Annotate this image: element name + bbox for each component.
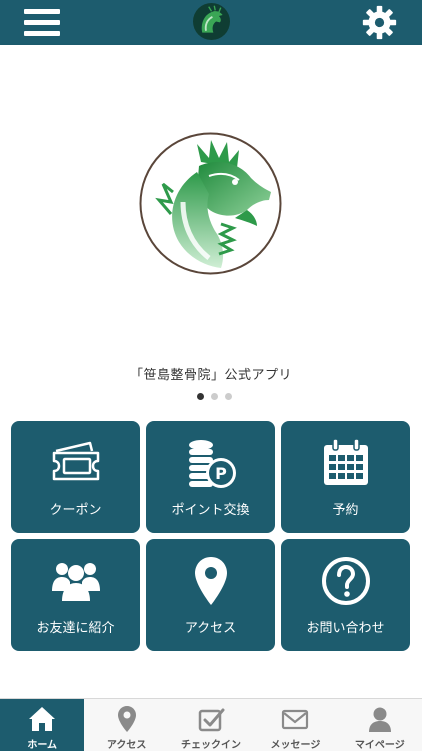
refer-friend-label: お友達に紹介: [36, 621, 115, 636]
carousel-dot-2[interactable]: [211, 393, 218, 400]
tab-home[interactable]: ホーム: [0, 699, 85, 751]
refer-friend-button[interactable]: お友達に紹介: [11, 539, 140, 651]
header-dragon-logo: [193, 3, 230, 40]
tab-mypage-label: マイページ: [354, 740, 405, 751]
tab-home-label: ホーム: [27, 740, 58, 751]
hero-caption: 「笹島整骨院」公式アプリ: [129, 368, 292, 383]
question-circle-icon: [320, 555, 372, 607]
points-exchange-button[interactable]: P ポイント交換: [146, 421, 275, 533]
tab-checkin[interactable]: チェックイン: [169, 699, 253, 751]
app-header: [0, 0, 422, 45]
people-group-icon: [50, 555, 102, 607]
coupon-label: クーポン: [49, 503, 102, 518]
hero-banner[interactable]: [0, 45, 422, 362]
carousel-dot-1[interactable]: [197, 393, 204, 400]
map-pin-icon: [185, 555, 237, 607]
home-icon: [28, 705, 56, 733]
coins-points-icon: P: [185, 437, 237, 489]
contact-button[interactable]: お問い合わせ: [281, 539, 410, 651]
calendar-icon: [320, 437, 372, 489]
carousel-dot-3[interactable]: [225, 393, 232, 400]
tab-checkin-label: チェックイン: [181, 740, 242, 751]
dragon-logo: [139, 132, 282, 275]
person-icon: [366, 705, 394, 733]
gear-icon[interactable]: [361, 4, 398, 41]
access-label: アクセス: [184, 621, 237, 636]
envelope-icon: [281, 705, 309, 733]
reservation-button[interactable]: 予約: [281, 421, 410, 533]
hamburger-menu-icon[interactable]: [24, 7, 62, 39]
tab-message[interactable]: メッセージ: [253, 699, 337, 751]
coupon-button[interactable]: クーポン: [11, 421, 140, 533]
menu-grid: クーポン P ポイント交換 予約 お友達に紹介 アクセス お問い合わせ: [11, 421, 410, 651]
tab-access[interactable]: アクセス: [84, 699, 168, 751]
map-pin-icon: [113, 705, 141, 733]
tab-mypage[interactable]: マイページ: [338, 699, 422, 751]
reservation-label: 予約: [332, 503, 359, 518]
tab-message-label: メッセージ: [270, 740, 321, 751]
carousel-dots[interactable]: [197, 393, 232, 401]
bottom-tab-bar: ホーム アクセス チェックイン メッセージ マイページ: [0, 698, 422, 751]
tab-access-label: アクセス: [106, 740, 147, 751]
svg-text:P: P: [215, 464, 227, 483]
checkin-icon: [197, 705, 225, 733]
points-exchange-label: ポイント交換: [171, 503, 250, 518]
contact-label: お問い合わせ: [306, 621, 385, 636]
ticket-icon: [50, 437, 102, 489]
access-button[interactable]: アクセス: [146, 539, 275, 651]
